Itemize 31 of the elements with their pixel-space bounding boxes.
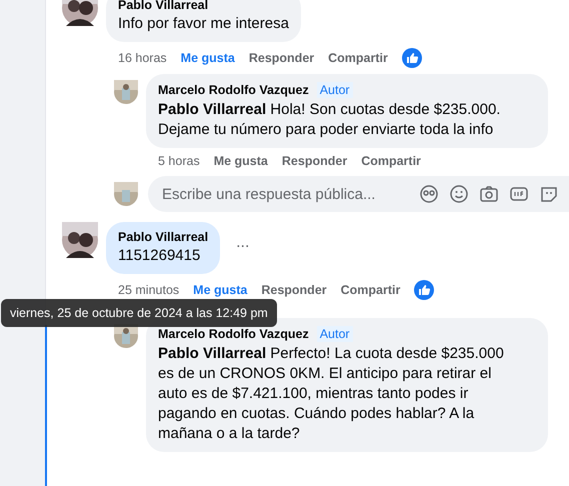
author-name[interactable]: Pablo Villarreal <box>118 0 289 12</box>
author-name[interactable]: Pablo Villarreal <box>118 230 208 244</box>
avatar-sticker-icon[interactable] <box>419 184 439 204</box>
timestamp[interactable]: 16 horas <box>118 51 167 65</box>
more-button[interactable]: ... <box>228 234 258 252</box>
author-badge: Autor <box>316 326 353 342</box>
thumbs-up-icon[interactable] <box>414 280 434 300</box>
comment-text: Info por favor me interesa <box>118 14 289 34</box>
reply-field[interactable]: Escribe una respuesta pública... <box>160 184 419 204</box>
reply-button[interactable]: Responder <box>282 154 348 168</box>
timestamp[interactable]: 5 horas <box>158 154 200 168</box>
emoji-icon[interactable] <box>449 184 469 204</box>
date-tooltip: viernes, 25 de octubre de 2024 a las 12:49 pm <box>1 299 277 327</box>
like-button[interactable]: Me gusta <box>180 51 235 65</box>
timestamp[interactable]: 25 minutos <box>118 283 180 297</box>
like-button[interactable]: Me gusta <box>193 283 248 297</box>
author-name[interactable]: Marcelo Rodolfo Vazquez <box>158 327 309 341</box>
author-name[interactable]: Marcelo Rodolfo Vazquez <box>158 83 309 97</box>
comment-text: Pablo Villarreal Hola! Son cuotas desde $235.000. Dejame tu número para poder enviarte toda la info <box>158 100 502 140</box>
camera-icon[interactable] <box>479 184 499 204</box>
comment-text: 1151269415 <box>118 246 202 266</box>
author-badge: Autor <box>316 82 353 98</box>
comment-text: Pablo Villarreal Perfecto! La cuota desde $235.000 es de un CRONOS 0KM. El anticipo para retirar el auto es de $7.421.100, mientras tanto podes ir pagando en cuotas. Cuándo podes hablar? A la mañana o a la tarde? <box>158 344 505 444</box>
thumbs-up-icon[interactable] <box>402 48 422 68</box>
reply-box[interactable]: Escribe una respuesta pública... <box>148 176 569 212</box>
like-button[interactable]: Me gusta <box>214 154 268 168</box>
share-button[interactable]: Compartir <box>361 154 421 168</box>
reply-button[interactable]: Responder <box>261 283 327 297</box>
reply-button[interactable]: Responder <box>248 51 314 65</box>
share-button[interactable]: Compartir <box>328 51 388 65</box>
share-button[interactable]: Compartir <box>340 283 400 297</box>
